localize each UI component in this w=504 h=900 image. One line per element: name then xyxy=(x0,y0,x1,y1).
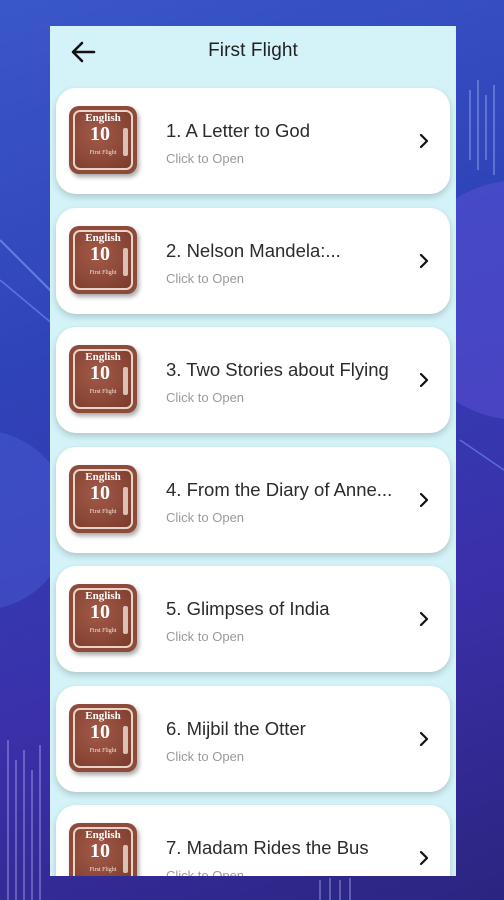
cover-line2: 10 xyxy=(90,123,110,145)
chapter-card[interactable]: English 10 First Flight 4. From the Diar… xyxy=(56,446,450,553)
chapter-subtitle: Click to Open xyxy=(166,390,245,405)
cover-line2: 10 xyxy=(90,362,110,384)
cover-line2: 10 xyxy=(90,481,110,504)
chapter-card[interactable]: English 10 First Flight 7. Madam Rides t… xyxy=(56,805,450,876)
cover-line3: First Flight xyxy=(89,867,117,873)
chapter-card[interactable]: English 10 First Flight 3. Two Stories a… xyxy=(56,327,450,433)
book-cover-image: English 10 First Flight xyxy=(69,464,137,533)
book-cover-image: English 10 First Flight xyxy=(69,584,137,652)
chapter-title: 2. Nelson Mandela:... xyxy=(166,239,341,261)
cover-line3: First Flight xyxy=(89,150,117,156)
chapter-title: 1. A Letter to God xyxy=(166,120,310,141)
cover-line3: First Flight xyxy=(89,269,117,276)
chapter-subtitle: Click to Open xyxy=(166,151,245,166)
chevron-right-icon xyxy=(419,133,429,149)
cover-line2: 10 xyxy=(90,601,110,623)
book-cover-image: English 10 First Flight xyxy=(69,225,137,294)
chapter-card[interactable]: English 10 First Flight 1. A Letter to G… xyxy=(56,88,450,194)
cover-line2: 10 xyxy=(90,242,110,265)
chapter-subtitle: Click to Open xyxy=(166,629,245,644)
cover-line2: 10 xyxy=(90,720,110,743)
chevron-right-icon xyxy=(419,611,429,627)
chapter-subtitle: Click to Open xyxy=(166,748,245,764)
cover-line3: First Flight xyxy=(89,628,117,634)
book-cover-image: English 10 First Flight xyxy=(69,345,137,413)
book-cover-image: English 10 First Flight xyxy=(69,823,137,876)
chapter-subtitle: Click to Open xyxy=(166,270,245,286)
chapter-subtitle: Click to Open xyxy=(166,868,245,876)
cover-line3: First Flight xyxy=(89,508,117,515)
chapter-title: 5. Glimpses of India xyxy=(166,598,330,619)
chevron-right-icon xyxy=(419,850,429,866)
chapter-title: 3. Two Stories about Flying xyxy=(166,359,389,380)
app-screen: First Flight English 10 First Flight 1. … xyxy=(50,26,456,876)
chapter-subtitle: Click to Open xyxy=(166,509,245,525)
chapter-title: 6. Mijbil the Otter xyxy=(166,717,306,739)
chapter-title: 7. Madam Rides the Bus xyxy=(166,837,369,858)
chevron-right-icon xyxy=(419,492,429,507)
book-cover-image: English 10 First Flight xyxy=(69,703,137,772)
cover-line3: First Flight xyxy=(89,747,117,754)
chapter-card[interactable]: English 10 First Flight 5. Glimpses of I… xyxy=(56,566,450,672)
chapter-title: 4. From the Diary of Anne... xyxy=(166,478,393,500)
chevron-right-icon xyxy=(419,372,429,388)
book-cover-image: English 10 First Flight xyxy=(69,106,137,174)
top-bar: First Flight xyxy=(50,26,456,80)
cover-line2: 10 xyxy=(90,840,110,862)
chevron-right-icon xyxy=(419,253,429,268)
chevron-right-icon xyxy=(419,731,429,746)
chapter-card[interactable]: English 10 First Flight 6. Mijbil the Ot… xyxy=(56,685,450,792)
chapter-card[interactable]: English 10 First Flight 2. Nelson Mandel… xyxy=(56,207,450,314)
cover-line3: First Flight xyxy=(89,389,117,395)
page-title: First Flight xyxy=(208,40,298,61)
